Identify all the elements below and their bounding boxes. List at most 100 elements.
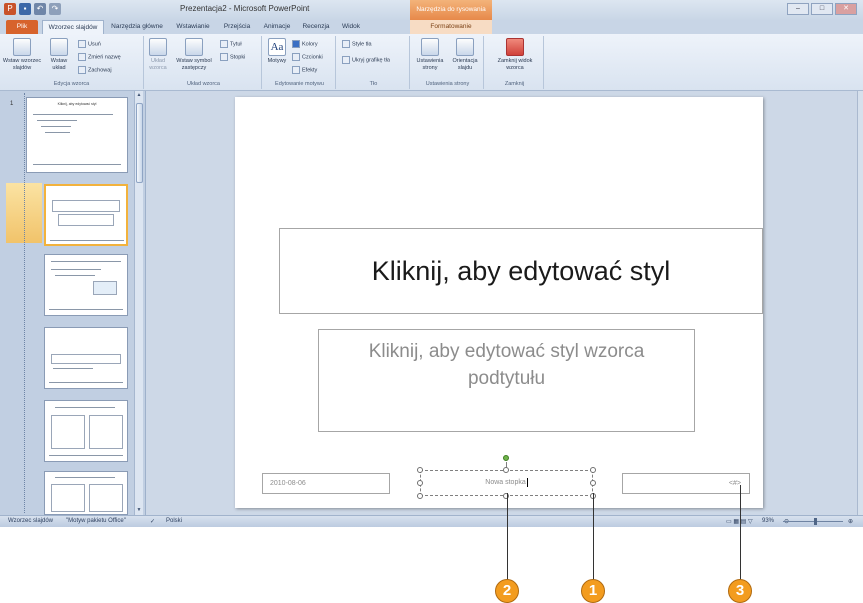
footer-text: Nowa stopka bbox=[485, 479, 526, 486]
close-master-icon bbox=[506, 38, 524, 56]
language-status[interactable]: Polski bbox=[166, 518, 182, 524]
hide-background-graphics-checkbox[interactable]: Ukryj grafikę tła bbox=[342, 56, 390, 64]
layout-icon bbox=[50, 38, 68, 56]
themes-button[interactable]: Aa Motywy bbox=[266, 38, 288, 65]
minimize-button[interactable]: – bbox=[787, 3, 809, 15]
quick-access-toolbar: P ▪ ↶ ↷ bbox=[4, 3, 61, 15]
tab-view[interactable]: Widok bbox=[336, 20, 366, 34]
insert-placeholder-button[interactable]: Wstaw symbol zastępczy bbox=[172, 38, 216, 71]
date-placeholder[interactable]: 2010-08-06 bbox=[262, 473, 390, 494]
footers-checkbox[interactable]: Stopki bbox=[220, 53, 245, 61]
drawing-tools-context-label: Narzędzia do rysowania bbox=[410, 0, 492, 20]
spellcheck-icon[interactable]: ✓ bbox=[150, 518, 155, 525]
layout-thumbnail[interactable] bbox=[44, 254, 128, 316]
undo-icon[interactable]: ↶ bbox=[34, 3, 46, 15]
resize-handle[interactable] bbox=[503, 467, 509, 473]
zoom-slider[interactable] bbox=[783, 521, 843, 522]
insert-layout-button[interactable]: Wstaw układ bbox=[44, 38, 74, 71]
group-page-setup: Ustawienia strony Orientacja slajdu Usta… bbox=[412, 36, 484, 89]
group-background: Style tła Ukryj grafikę tła Tło bbox=[338, 36, 410, 89]
slide-canvas[interactable]: Kliknij, aby edytować styl Kliknij, aby … bbox=[235, 97, 763, 508]
resize-handle[interactable] bbox=[590, 480, 596, 486]
thumbnail-title: Kliknij, aby edytować styl bbox=[57, 102, 97, 106]
checkbox-checked-icon bbox=[220, 53, 228, 61]
background-styles-button[interactable]: Style tła bbox=[342, 40, 372, 48]
selected-layout-indicator bbox=[6, 93, 42, 513]
insert-slide-master-button[interactable]: Wstaw wzorzec slajdów bbox=[2, 38, 42, 71]
group-master-layout: Układ wzorca Wstaw symbol zastępczy Tytu… bbox=[146, 36, 262, 89]
scroll-up-icon[interactable]: ▲ bbox=[135, 91, 143, 100]
callout-line bbox=[740, 485, 741, 581]
tab-home[interactable]: Narzędzia główne bbox=[106, 20, 168, 34]
tab-review[interactable]: Recenzja bbox=[298, 20, 334, 34]
fonts-button[interactable]: Czcionki bbox=[292, 53, 323, 61]
page-setup-button[interactable]: Ustawienia strony bbox=[414, 38, 446, 71]
group-label: Ustawienia strony bbox=[425, 81, 470, 87]
zoom-level[interactable]: 93% bbox=[762, 518, 774, 524]
delete-button[interactable]: Usuń bbox=[78, 40, 101, 48]
ribbon-tabs: Plik Wzorzec slajdów Narzędzia główne Ws… bbox=[0, 20, 863, 34]
close-master-view-button[interactable]: Zamknij widok wzorca bbox=[490, 38, 540, 71]
text-cursor bbox=[526, 477, 528, 487]
effects-button[interactable]: Efekty bbox=[292, 66, 317, 74]
slide-thumbnails-pane: 1 Kliknij, aby edytować styl bbox=[0, 91, 146, 515]
effects-icon bbox=[292, 66, 300, 74]
subtitle-placeholder[interactable]: Kliknij, aby edytować styl wzorca podtyt… bbox=[318, 329, 695, 432]
zoom-slider-knob[interactable] bbox=[814, 518, 817, 525]
slide-number-placeholder[interactable]: <#> bbox=[622, 473, 750, 494]
callout-number: 1 bbox=[581, 579, 605, 603]
placeholder-icon bbox=[185, 38, 203, 56]
title-checkbox[interactable]: Tytuł bbox=[220, 40, 242, 48]
fit-to-window-icon[interactable]: ⊕ bbox=[848, 518, 853, 525]
tab-insert[interactable]: Wstawianie bbox=[170, 20, 216, 34]
tab-format[interactable]: Formatowanie bbox=[410, 20, 492, 34]
scroll-down-icon[interactable]: ▼ bbox=[135, 506, 143, 515]
callout-number: 2 bbox=[495, 579, 519, 603]
colors-button[interactable]: Kolory bbox=[292, 40, 318, 48]
callout-number: 3 bbox=[728, 579, 752, 603]
master-thumbnail[interactable]: Kliknij, aby edytować styl bbox=[26, 97, 128, 173]
delete-icon bbox=[78, 40, 86, 48]
close-button[interactable]: ✕ bbox=[835, 3, 857, 15]
layout-thumbnail[interactable] bbox=[44, 327, 128, 389]
tab-slide-master[interactable]: Wzorzec slajdów bbox=[42, 20, 104, 34]
redo-icon[interactable]: ↷ bbox=[49, 3, 61, 15]
slide-orientation-button[interactable]: Orientacja slajdu bbox=[448, 38, 482, 71]
editor-scrollbar[interactable] bbox=[857, 91, 863, 515]
tab-transitions[interactable]: Przejścia bbox=[218, 20, 256, 34]
resize-handle[interactable] bbox=[417, 467, 423, 473]
thumbnails-scrollbar[interactable]: ▲ ▼ bbox=[134, 91, 143, 515]
orientation-icon bbox=[456, 38, 474, 56]
group-edit-theme: Aa Motywy Kolory Czcionki Efekty Edytowa… bbox=[264, 36, 336, 89]
title-layout-thumbnail[interactable] bbox=[44, 184, 128, 246]
themes-icon: Aa bbox=[268, 38, 286, 56]
master-layout-button[interactable]: Układ wzorca bbox=[146, 38, 170, 71]
resize-handle[interactable] bbox=[417, 480, 423, 486]
maximize-button[interactable]: □ bbox=[811, 3, 833, 15]
background-styles-icon bbox=[342, 40, 350, 48]
view-status: Wzorzec slajdów bbox=[8, 518, 54, 524]
group-label: Edytowanie motywu bbox=[275, 81, 324, 87]
tab-file[interactable]: Plik bbox=[6, 20, 38, 34]
colors-icon bbox=[292, 40, 300, 48]
layout-thumbnail[interactable] bbox=[44, 471, 128, 515]
resize-handle[interactable] bbox=[503, 493, 509, 499]
rename-button[interactable]: Zmień nazwę bbox=[78, 53, 121, 61]
powerpoint-window: P ▪ ↶ ↷ Prezentacja2 - Microsoft PowerPo… bbox=[0, 0, 863, 527]
resize-handle[interactable] bbox=[590, 467, 596, 473]
scrollbar-thumb[interactable] bbox=[136, 103, 143, 183]
layout-thumbnail[interactable] bbox=[44, 400, 128, 462]
subtitle-line: podtytułu bbox=[467, 368, 546, 389]
subtitle-line: Kliknij, aby edytować styl wzorca bbox=[368, 341, 645, 362]
title-placeholder[interactable]: Kliknij, aby edytować styl bbox=[279, 228, 763, 314]
theme-status: "Motyw pakietu Office" bbox=[66, 518, 126, 524]
callout-line bbox=[593, 493, 594, 581]
page-setup-icon bbox=[421, 38, 439, 56]
save-icon[interactable]: ▪ bbox=[19, 3, 31, 15]
tab-animations[interactable]: Animacje bbox=[258, 20, 296, 34]
preserve-button[interactable]: Zachowaj bbox=[78, 66, 112, 74]
rotation-handle[interactable] bbox=[503, 455, 509, 461]
resize-handle[interactable] bbox=[417, 493, 423, 499]
callout-line bbox=[507, 493, 508, 581]
powerpoint-logo-icon[interactable]: P bbox=[4, 3, 16, 15]
